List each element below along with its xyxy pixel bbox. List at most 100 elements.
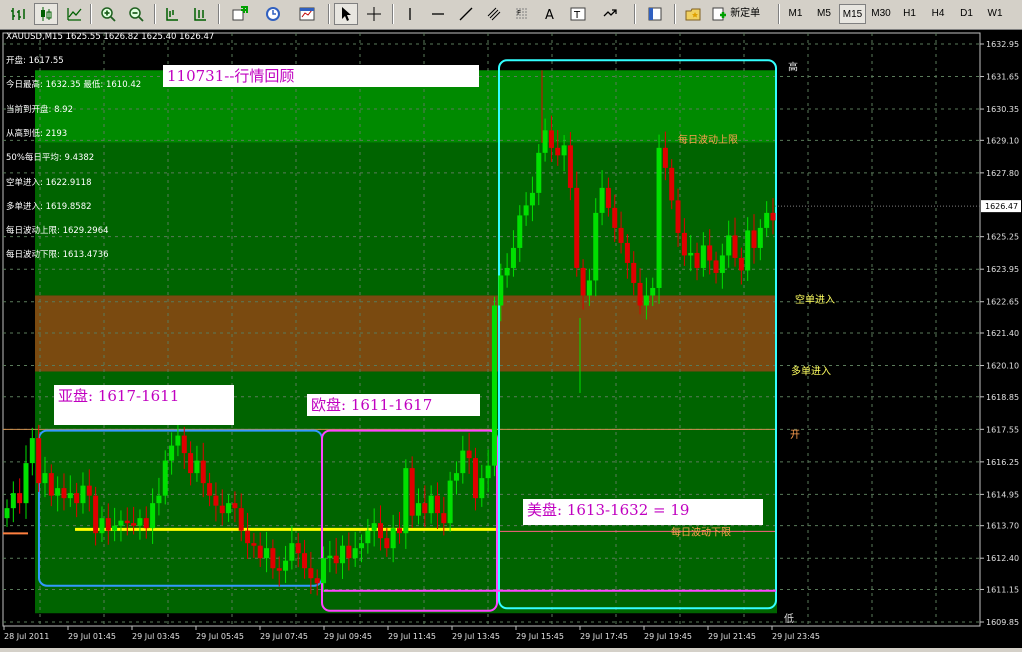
fibonacci-icon[interactable]: F [510,3,534,25]
arrows-icon[interactable] [594,3,626,25]
bear-candle [732,235,738,258]
bull-candle [289,543,295,561]
favorites-icon[interactable] [680,3,706,25]
bull-candle [10,493,16,509]
bear-candle [669,167,675,201]
templates-icon[interactable] [292,3,322,25]
bear-candle [143,518,149,529]
bull-candle [283,560,289,571]
bull-candle [55,488,61,496]
annotation-open: 开 [790,430,800,441]
timeframe-m15-button[interactable]: M15 [839,4,866,24]
chart-header: XAUUSD,M15 1625.55 1626.82 1625.40 1626.… [6,32,215,42]
time-tick-label: 29 Jul 19:45 [644,632,692,641]
bull-candle [23,463,29,504]
bull-candle [650,287,656,296]
bear-candle [637,282,643,306]
bear-candle [17,493,23,504]
trendline-icon[interactable] [454,3,478,25]
candlestick-icon[interactable] [34,3,58,25]
timeframe-h1-button[interactable]: H1 [896,4,923,24]
bull-candle [479,478,485,499]
cursor-icon[interactable] [334,3,358,25]
timeframe-w1-button[interactable]: W1 [982,4,1009,24]
timeframe-m1-button[interactable]: M1 [782,4,809,24]
price-tick-label: 1617.55 [986,425,1019,434]
bull-candle [447,480,453,524]
price-tick-label: 1631.65 [986,73,1019,82]
price-tick-label: 1611.15 [986,585,1019,594]
bull-candle [428,495,434,514]
price-tick-label: 1609.85 [986,618,1019,627]
bar-chart-icon[interactable] [6,3,30,25]
new-order-button[interactable]: 新定单 [710,3,772,25]
bear-candle [434,495,440,514]
bull-candle [118,520,124,526]
bull-candle [169,445,175,461]
zoom-out-icon[interactable] [124,3,148,25]
svg-text:T: T [573,10,581,21]
svg-text:A: A [545,8,554,22]
bear-candle [213,495,219,506]
price-chart[interactable]: 1632.95 1631.65 1630.35 1629.10 1627.80 1625.… [0,30,1022,648]
bear-candle [612,207,618,228]
bull-candle [498,275,504,306]
equidistant-channel-icon[interactable] [482,3,506,25]
timeframe-m5-button[interactable]: M5 [811,4,838,24]
bull-candle [586,280,592,296]
info-line: 每日波动上限: 1629.2964 [6,226,109,237]
chart-shift-icon[interactable] [160,3,184,25]
bull-candle [764,212,770,228]
bear-candle [681,232,687,256]
bull-candle [340,545,346,564]
zoom-in-icon[interactable] [96,3,120,25]
price-tick-label: 1625.25 [986,233,1019,242]
bull-candle [415,503,421,516]
bull-candle [359,543,365,549]
bear-candle [751,230,757,248]
market-watch-icon[interactable] [640,3,670,25]
bear-candle [105,518,111,531]
periods-icon[interactable] [258,3,288,25]
timeframe-d1-button[interactable]: D1 [953,4,980,24]
bull-candle [390,528,396,549]
bear-candle [232,503,238,509]
indicators-icon[interactable] [224,3,256,25]
bull-candle [137,518,143,526]
bear-candle [466,450,472,459]
bull-candle [194,460,200,474]
bull-candle [4,508,10,519]
time-tick-label: 29 Jul 23:45 [772,632,820,641]
crosshair-icon[interactable] [362,3,386,25]
timeframe-h4-button[interactable]: H4 [925,4,952,24]
bear-candle [378,523,384,539]
horizontal-line-icon[interactable] [426,3,450,25]
bear-candle [707,245,713,261]
current-price-label: 1626.47 [985,202,1018,211]
bear-candle [384,538,390,549]
bear-candle [93,495,99,534]
timeframe-m30-button[interactable]: M30 [868,4,895,24]
us-session-label: 美盘: 1613-1632 = 19 [523,499,763,525]
annotation-low: 低 [784,612,794,625]
bull-candle [726,235,732,256]
price-tick-label: 1629.10 [986,136,1019,145]
bear-candle [333,555,339,564]
chart-canvas[interactable]: 1632.95 1631.65 1630.35 1629.10 1627.80 1625.… [0,30,1022,648]
bear-candle [548,130,554,148]
bull-candle [599,187,605,213]
time-tick-label: 29 Jul 01:45 [68,632,116,641]
text-label-icon[interactable]: T [566,3,590,25]
bear-candle [574,187,580,268]
vertical-line-icon[interactable] [398,3,422,25]
text-icon[interactable]: A [538,3,562,25]
info-line: 今日最高: 1632.35 最低: 1610.42 [6,80,142,91]
bull-candle [175,435,181,446]
line-chart-icon[interactable] [62,3,86,25]
bear-candle [308,568,314,579]
bear-candle [257,545,263,559]
price-tick-label: 1612.40 [986,554,1019,563]
price-tick-label: 1614.95 [986,490,1019,499]
bull-candle [29,438,35,464]
auto-scroll-icon[interactable] [188,3,212,25]
